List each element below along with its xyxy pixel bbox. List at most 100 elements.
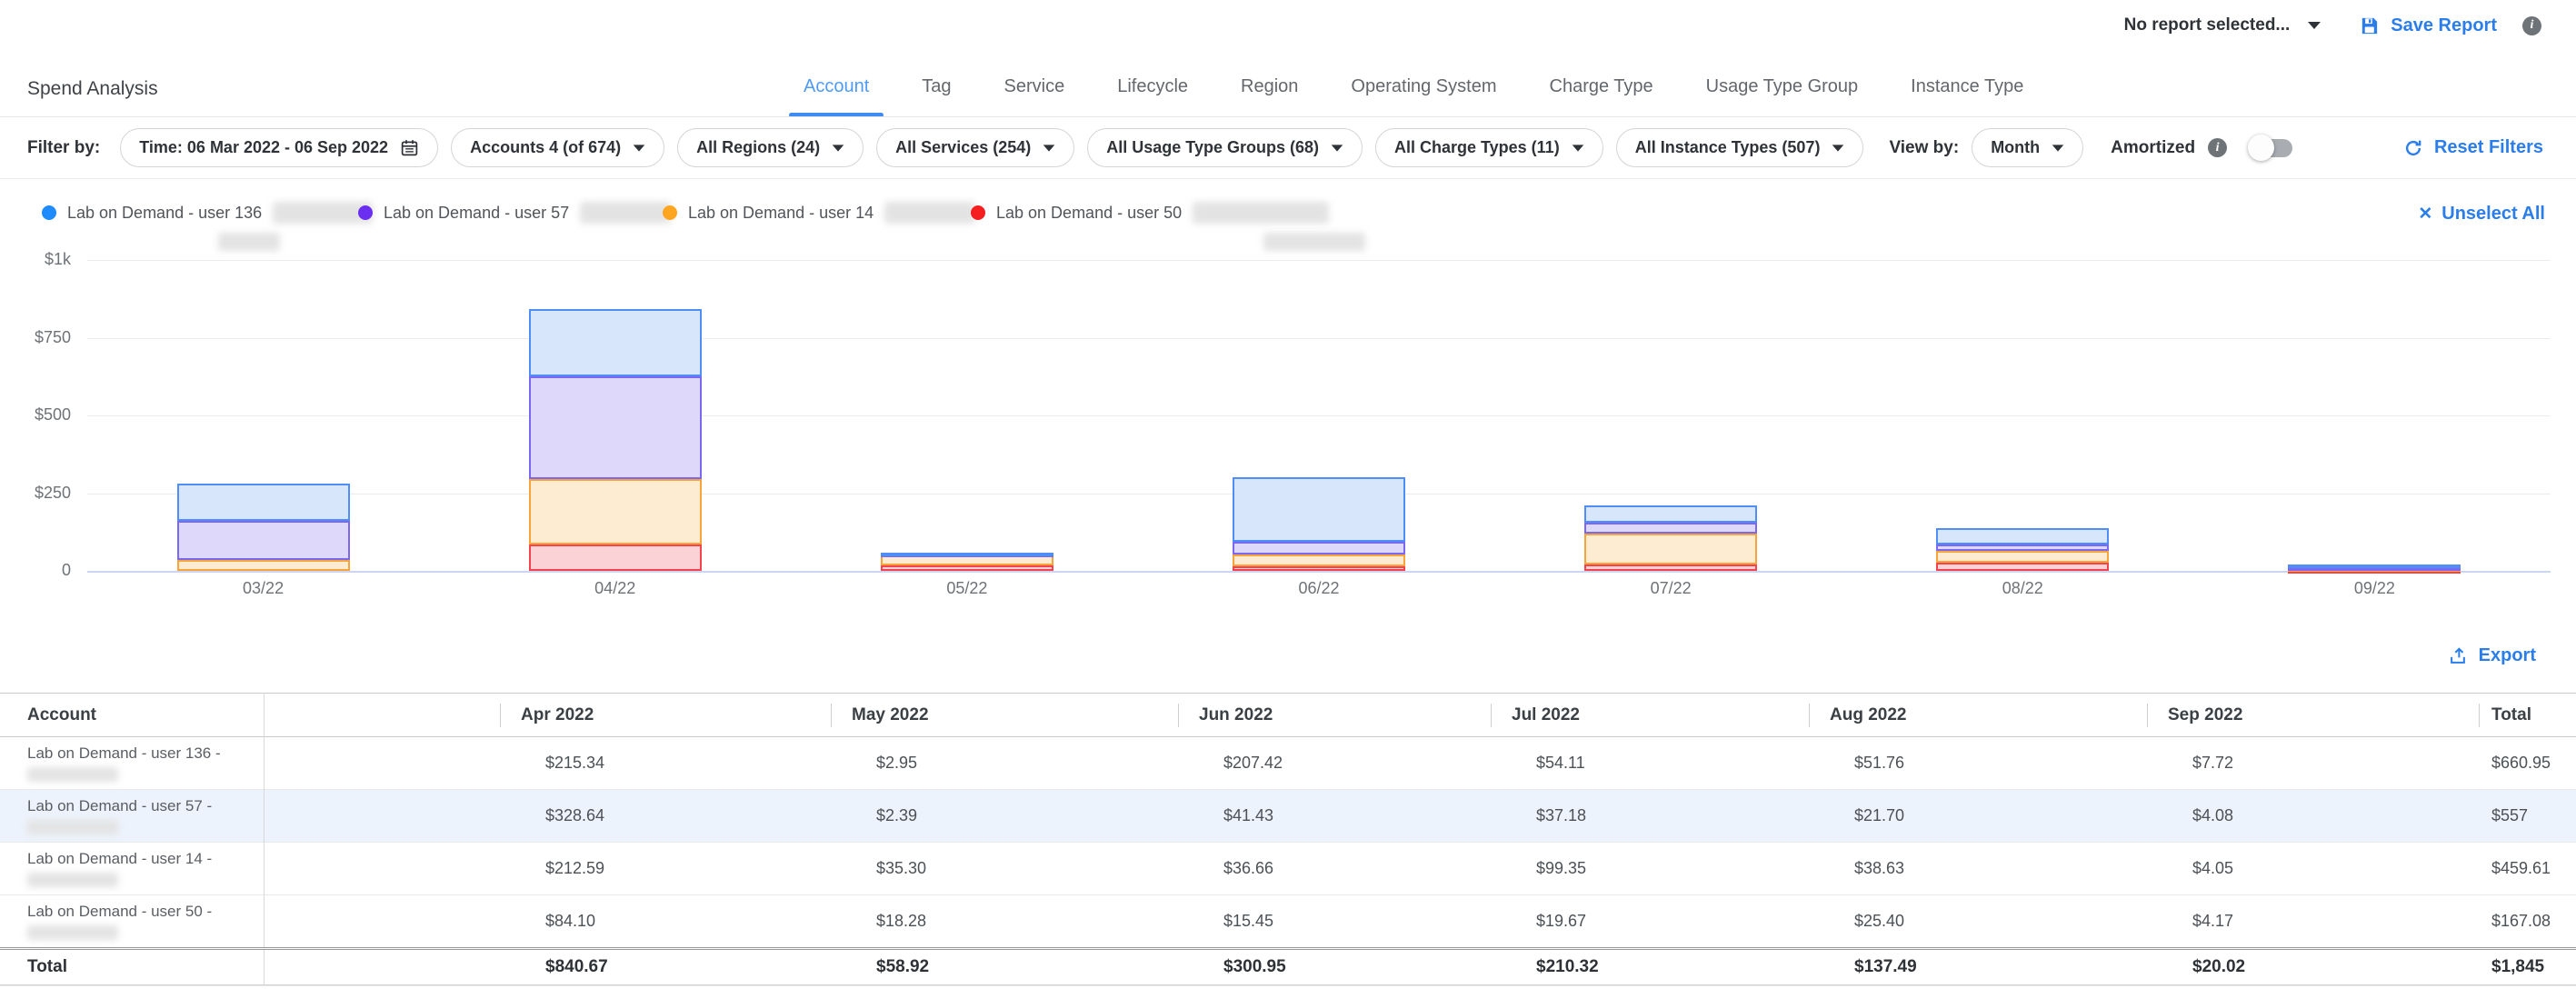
reset-filters-label: Reset Filters	[2434, 137, 2543, 158]
bar-segment-lab-on-demand-user-136[interactable]	[1584, 505, 1757, 523]
column-header-jul-2022: Jul 2022	[1512, 705, 1580, 724]
unselect-all-button[interactable]: ✕ Unselect All	[2418, 204, 2545, 225]
dropdown-label: All Instance Types (507)	[1635, 138, 1821, 157]
bar-segment-lab-on-demand-user-136[interactable]	[177, 484, 350, 521]
bar-segment-lab-on-demand-user-14[interactable]	[1584, 534, 1757, 564]
bar-segment-lab-on-demand-user-57[interactable]	[529, 376, 702, 478]
bar-segment-lab-on-demand-user-57[interactable]	[1584, 523, 1757, 534]
save-report-button[interactable]: Save Report	[2359, 15, 2497, 36]
chevron-down-icon	[1832, 145, 1844, 151]
bar-segment-lab-on-demand-user-136[interactable]	[1233, 477, 1405, 542]
chevron-down-icon	[1043, 145, 1055, 151]
bar-segment-lab-on-demand-user-14[interactable]	[1936, 551, 2109, 563]
total-value-cell: $300.95	[1178, 949, 1491, 985]
spend-value-cell: $4.08	[2147, 790, 2479, 843]
bar-segment-lab-on-demand-user-14[interactable]	[177, 560, 350, 571]
save-icon	[2359, 15, 2380, 36]
all-usage-type-groups-68-dropdown[interactable]: All Usage Type Groups (68)	[1087, 128, 1363, 167]
view-by-dropdown[interactable]: Month	[1972, 128, 2083, 167]
tab-usage-type-group[interactable]: Usage Type Group	[1706, 76, 1859, 115]
view-by-value: Month	[1991, 138, 2040, 157]
export-button[interactable]: Export	[2448, 645, 2536, 666]
bar-segment-lab-on-demand-user-136[interactable]	[529, 309, 702, 376]
bar-segment-lab-on-demand-user-136[interactable]	[1936, 528, 2109, 544]
bar-segment-lab-on-demand-user-57[interactable]	[1936, 544, 2109, 551]
legend-item-lab-on-demand-user-136[interactable]: Lab on Demand - user 136	[42, 202, 373, 224]
all-charge-types-11-dropdown[interactable]: All Charge Types (11)	[1375, 128, 1603, 167]
save-report-label: Save Report	[2391, 15, 2497, 36]
spend-value-cell: $15.45	[1178, 895, 1491, 949]
total-value-cell: $840.67	[500, 949, 831, 985]
tab-charge-type[interactable]: Charge Type	[1550, 76, 1653, 115]
time-filter-label: Time: 06 Mar 2022 - 06 Sep 2022	[139, 138, 388, 157]
spend-value-cell: $459.61	[2479, 843, 2576, 895]
tab-service[interactable]: Service	[1004, 76, 1065, 115]
spacer-cell	[264, 694, 500, 737]
legend-item-lab-on-demand-user-14[interactable]: Lab on Demand - user 14	[663, 202, 975, 224]
amortized-label: Amortized	[2111, 138, 2195, 158]
bar-segment-lab-on-demand-user-50[interactable]	[1584, 564, 1757, 571]
column-divider	[1809, 704, 1810, 727]
redacted-text	[27, 767, 118, 782]
legend-item-lab-on-demand-user-57[interactable]: Lab on Demand - user 57	[358, 202, 671, 224]
accounts-4-of-674-dropdown[interactable]: Accounts 4 (of 674)	[451, 128, 664, 167]
gridline	[87, 260, 2551, 261]
export-label: Export	[2479, 645, 2536, 666]
spend-value-cell: $212.59	[500, 843, 831, 895]
spend-value-cell: $21.70	[1809, 790, 2147, 843]
bar-segment-lab-on-demand-user-50[interactable]	[1936, 563, 2109, 571]
reset-filters-button[interactable]: Reset Filters	[2403, 137, 2543, 158]
table-row: Lab on Demand - user 57 -$328.64$2.39$41…	[0, 790, 2576, 843]
info-icon[interactable]: i	[2208, 138, 2227, 157]
account-cell: Lab on Demand - user 136 -	[0, 737, 264, 790]
bar-segment-lab-on-demand-user-50[interactable]	[881, 565, 1053, 571]
spend-value-cell: $99.35	[1491, 843, 1809, 895]
bar-segment-lab-on-demand-user-14[interactable]	[529, 479, 702, 545]
column-header-apr-2022: Apr 2022	[521, 705, 594, 724]
legend-item-label: Lab on Demand - user 14	[688, 204, 874, 223]
tab-account[interactable]: Account	[804, 76, 869, 115]
bar-segment-lab-on-demand-user-136[interactable]	[881, 553, 1053, 556]
bar-segment-lab-on-demand-user-57[interactable]	[177, 521, 350, 560]
report-selector-dropdown[interactable]: No report selected...	[2124, 15, 2321, 35]
divider	[0, 985, 2576, 986]
column-header-total: Total	[2491, 705, 2531, 724]
legend-item-lab-on-demand-user-50[interactable]: Lab on Demand - user 50	[971, 202, 1329, 224]
tab-operating-system[interactable]: Operating System	[1351, 76, 1496, 115]
column-header-cell: Apr 2022	[500, 694, 831, 737]
legend-dot-icon	[358, 205, 373, 220]
report-selector-label: No report selected...	[2124, 15, 2291, 35]
bar-segment-lab-on-demand-user-136[interactable]	[2288, 564, 2461, 568]
account-name: Lab on Demand - user 50 -	[27, 903, 251, 921]
total-value-cell: $210.32	[1491, 949, 1809, 985]
chart-legend: ✕ Unselect All Lab on Demand - user 136L…	[0, 180, 2576, 260]
export-icon	[2448, 646, 2468, 666]
bar-segment-lab-on-demand-user-57[interactable]	[1233, 542, 1405, 554]
all-regions-24-dropdown[interactable]: All Regions (24)	[677, 128, 864, 167]
info-icon[interactable]: i	[2522, 16, 2541, 35]
spend-value-cell: $2.95	[831, 737, 1178, 790]
bar-segment-lab-on-demand-user-50[interactable]	[1233, 566, 1405, 571]
time-filter-pill[interactable]: Time: 06 Mar 2022 - 06 Sep 2022	[120, 128, 438, 167]
reset-icon	[2403, 138, 2423, 158]
bar-segment-lab-on-demand-user-14[interactable]	[1233, 554, 1405, 566]
x-axis-tick-label: 06/22	[1264, 579, 1373, 598]
chevron-down-icon	[634, 145, 645, 151]
column-header-cell: Total	[2479, 694, 2576, 737]
tab-region[interactable]: Region	[1241, 76, 1298, 115]
y-axis-tick-label: 0	[0, 561, 71, 580]
spacer-cell	[264, 737, 500, 790]
spend-value-cell: $41.43	[1178, 790, 1491, 843]
legend-dot-icon	[971, 205, 985, 220]
bar-segment-lab-on-demand-user-50[interactable]	[529, 544, 702, 571]
all-services-254-dropdown[interactable]: All Services (254)	[876, 128, 1074, 167]
tab-lifecycle[interactable]: Lifecycle	[1117, 76, 1188, 115]
all-instance-types-507-dropdown[interactable]: All Instance Types (507)	[1616, 128, 1864, 167]
tab-tag[interactable]: Tag	[922, 76, 951, 115]
tab-instance-type[interactable]: Instance Type	[1911, 76, 2023, 115]
redacted-text	[27, 925, 118, 940]
total-value-cell: $58.92	[831, 949, 1178, 985]
amortized-toggle[interactable]	[2251, 139, 2292, 157]
spend-value-cell: $7.72	[2147, 737, 2479, 790]
spend-value-cell: $167.08	[2479, 895, 2576, 949]
